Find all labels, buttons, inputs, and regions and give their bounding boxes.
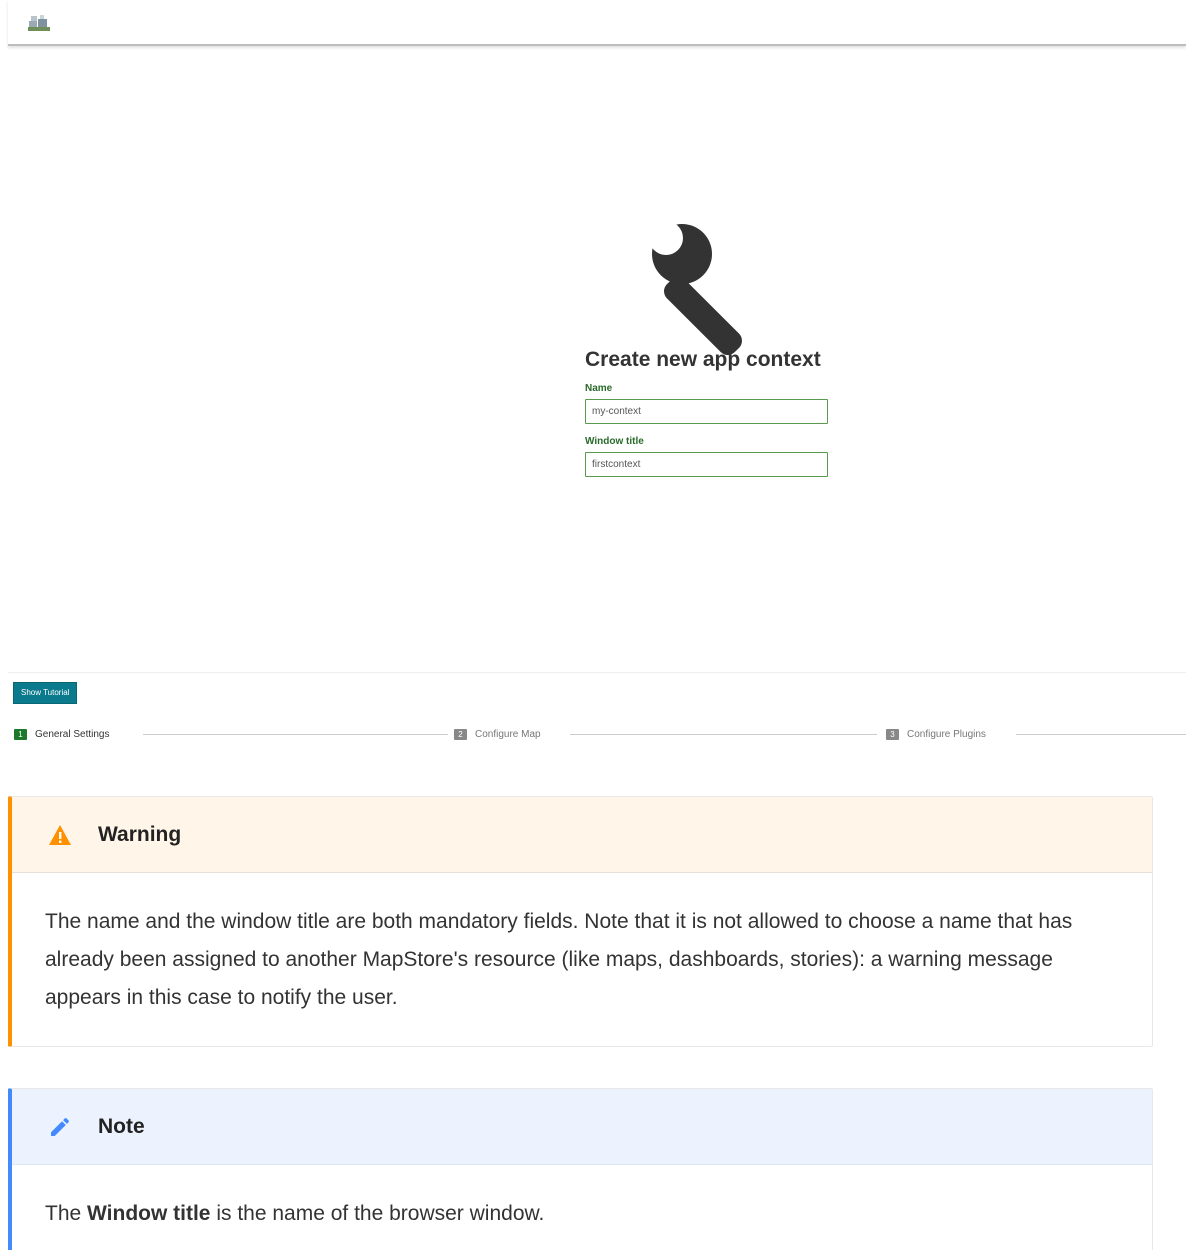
warning-admonition: Warning The name and the window title ar… (8, 796, 1153, 1047)
app-logo-icon[interactable] (26, 12, 52, 34)
step-number: 1 (14, 728, 27, 740)
step-configure-plugins[interactable]: 3 Configure Plugins (886, 727, 986, 741)
step-label: Configure Map (475, 728, 541, 740)
step-general-settings[interactable]: 1 General Settings (14, 727, 110, 741)
step-number: 3 (886, 728, 899, 740)
admonition-header: Warning (12, 797, 1152, 873)
step-label: General Settings (35, 728, 110, 740)
warning-icon (49, 825, 71, 845)
name-input[interactable] (585, 399, 828, 424)
admonition-header: Note (12, 1089, 1152, 1165)
note-text-bold: Window title (87, 1202, 211, 1225)
wizard-footer: Show Tutorial 1 General Settings 2 Confi… (8, 672, 1186, 753)
note-admonition: Note The Window title is the name of the… (8, 1088, 1153, 1250)
name-label: Name (585, 383, 613, 394)
wrench-icon (640, 221, 742, 355)
step-configure-map[interactable]: 2 Configure Map (454, 727, 541, 741)
step-label: Configure Plugins (907, 728, 986, 740)
step-connector (1016, 734, 1186, 735)
admonition-title: Warning (98, 823, 182, 846)
app-header (8, 0, 1186, 46)
window-title-label: Window title (585, 436, 644, 447)
create-context-form: Create new app context Name Window title (585, 345, 835, 477)
pencil-icon (51, 1117, 69, 1136)
admonition-body: The name and the window title are both m… (45, 910, 1073, 1009)
note-text-prefix: The (45, 1202, 88, 1225)
step-number: 2 (454, 728, 467, 740)
admonition-body: The Window title is the name of the brow… (12, 1165, 1152, 1233)
step-connector (570, 734, 877, 735)
admonition-title: Note (98, 1115, 145, 1138)
step-connector (143, 734, 448, 735)
window-title-input[interactable] (585, 452, 828, 477)
page: Create new app context Name Window title… (0, 0, 1186, 1250)
show-tutorial-button[interactable]: Show Tutorial (13, 682, 78, 704)
note-text-suffix: is the name of the browser window. (210, 1202, 545, 1225)
form-title: Create new app context (585, 348, 821, 371)
